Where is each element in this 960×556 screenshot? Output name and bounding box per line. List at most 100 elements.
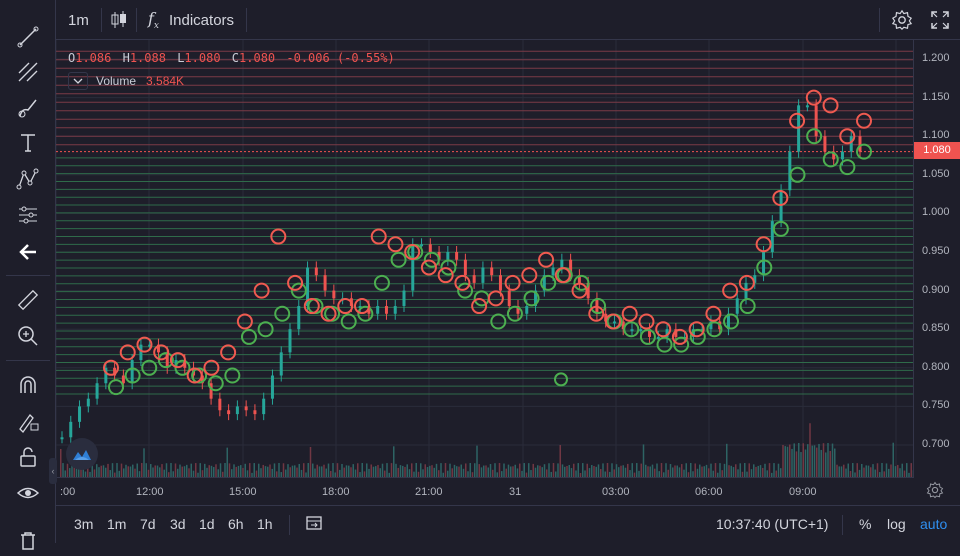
sell-trade-circle	[521, 267, 538, 284]
trash-icon[interactable]	[12, 526, 44, 556]
volume-bar	[219, 463, 222, 477]
volume-bar	[107, 463, 109, 477]
log-scale-button[interactable]: log	[887, 516, 906, 532]
volume-bar	[568, 465, 570, 477]
volume-bar	[649, 466, 651, 477]
range-button-3m[interactable]: 3m	[74, 516, 93, 532]
brush-icon[interactable]	[12, 93, 44, 123]
pattern-icon[interactable]	[12, 164, 44, 194]
range-button-7d[interactable]: 7d	[140, 516, 156, 532]
volume-bar	[710, 463, 712, 477]
lock-drawing-icon[interactable]	[12, 406, 44, 436]
volume-bar	[831, 443, 834, 477]
volume-bar	[843, 464, 845, 477]
time-axis[interactable]: :00 12:00 15:00 18:00 21:00 31 03:00 06:00 09:00	[56, 477, 914, 505]
volume-bar	[127, 466, 129, 477]
candle-body	[762, 252, 766, 276]
text-tool-icon[interactable]	[12, 128, 44, 158]
candle-body	[849, 136, 853, 152]
volume-bar	[651, 464, 654, 477]
volume-bar	[159, 467, 161, 477]
volume-bar	[156, 465, 159, 477]
volume-bar	[177, 468, 179, 477]
magnet-icon[interactable]	[12, 370, 44, 400]
collapse-chevron-icon[interactable]	[68, 72, 88, 90]
back-arrow-icon[interactable]	[12, 237, 44, 267]
volume-bar	[226, 447, 228, 477]
interval-button[interactable]: 1m	[68, 6, 89, 34]
bottom-divider	[842, 515, 843, 535]
volume-bar	[816, 447, 818, 477]
volume-bar	[480, 467, 483, 477]
volume-bar	[561, 464, 564, 477]
auto-scale-button[interactable]: auto	[920, 516, 947, 532]
settings-gear-icon[interactable]	[891, 6, 913, 34]
zoom-in-icon[interactable]	[12, 321, 44, 351]
volume-bar	[800, 452, 802, 477]
range-button-6h[interactable]: 6h	[228, 516, 244, 532]
volume-bar	[195, 463, 197, 477]
candle-body	[770, 221, 774, 252]
buy-trade-circle	[723, 313, 740, 330]
price-chart[interactable]	[56, 40, 914, 477]
volume-bar	[282, 463, 285, 477]
volume-bar	[370, 464, 372, 477]
ruler-icon[interactable]	[12, 285, 44, 315]
percent-scale-button[interactable]: %	[859, 516, 871, 532]
volume-bar	[762, 467, 764, 477]
sidebar-divider	[6, 360, 50, 361]
volume-bar	[231, 469, 233, 477]
volume-bar	[375, 466, 377, 477]
measure-levels-icon[interactable]	[12, 200, 44, 230]
volume-bar	[210, 465, 213, 477]
eye-icon[interactable]	[12, 478, 44, 508]
volume-bar	[170, 463, 172, 477]
volume-bar	[861, 463, 863, 477]
range-button-3d[interactable]: 3d	[170, 516, 186, 532]
volume-bar	[136, 463, 138, 477]
candle-body	[139, 344, 143, 361]
volume-bar	[350, 467, 352, 477]
clock-display[interactable]: 10:37:40 (UTC+1)	[716, 516, 828, 532]
volume-bar	[456, 466, 458, 477]
trend-line-icon[interactable]	[12, 22, 44, 52]
volume-bar	[885, 463, 888, 477]
volume-bar	[120, 463, 123, 477]
time-tick-label: 06:00	[695, 486, 723, 498]
volume-bar	[519, 463, 521, 477]
fullscreen-icon[interactable]	[930, 6, 950, 34]
volume-bar	[611, 463, 613, 477]
volume-bar	[206, 467, 208, 477]
chart-pane[interactable]	[56, 40, 914, 477]
pitchfork-icon[interactable]	[12, 57, 44, 87]
volume-bar	[291, 465, 294, 477]
axis-settings-gear-icon[interactable]	[926, 481, 946, 501]
range-button-1m[interactable]: 1m	[107, 516, 126, 532]
volume-bar	[858, 469, 861, 477]
volume-bar	[228, 463, 231, 477]
volume-bar	[123, 468, 125, 477]
volume-bar	[440, 463, 442, 477]
sell-trade-circle	[471, 298, 488, 315]
volume-bar	[793, 443, 795, 477]
candle-style-icon[interactable]	[110, 6, 128, 34]
volume-bar	[309, 446, 312, 477]
collapse-panel-handle[interactable]: ‹	[49, 458, 57, 484]
tradingview-logo[interactable]	[66, 438, 98, 470]
candle-body	[525, 306, 529, 314]
candle-body	[490, 267, 494, 276]
volume-bar	[627, 463, 629, 477]
range-button-1d[interactable]: 1d	[199, 516, 215, 532]
function-icon: fx	[148, 8, 159, 32]
sell-trade-circle	[454, 274, 471, 291]
price-tick-label: 0.750	[922, 399, 950, 412]
volume-bar	[512, 466, 514, 477]
volume-bar	[438, 470, 440, 477]
range-button-1h[interactable]: 1h	[257, 516, 273, 532]
unlock-icon[interactable]	[12, 442, 44, 472]
volume-bar	[888, 468, 890, 477]
date-range-icon[interactable]	[305, 514, 323, 537]
indicators-button[interactable]: fx Indicators	[148, 6, 234, 34]
price-axis[interactable]: 1.200 1.150 1.100 1.050 1.000 0.950 0.900 0.850…	[913, 40, 960, 477]
candle-body	[560, 259, 564, 268]
